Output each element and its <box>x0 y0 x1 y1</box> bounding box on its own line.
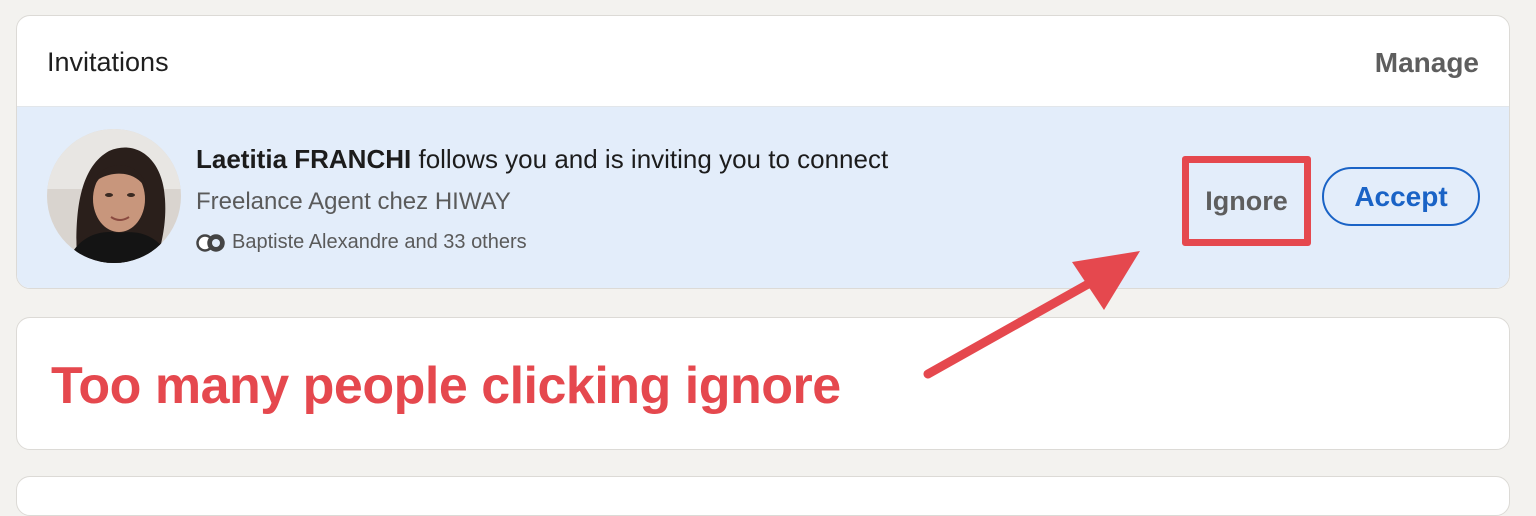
mutual-connections[interactable]: Baptiste Alexandre and 33 others <box>196 231 888 254</box>
invitation-headline: Laetitia FRANCHI follows you and is invi… <box>196 144 888 175</box>
annotation-card: Too many people clicking ignore <box>16 317 1510 450</box>
ignore-button[interactable]: Ignore <box>1182 156 1311 246</box>
mutual-connections-label: Baptiste Alexandre and 33 others <box>232 231 527 253</box>
next-card <box>16 476 1510 516</box>
avatar[interactable] <box>47 129 181 263</box>
manage-link[interactable]: Manage <box>1375 47 1479 79</box>
annotation-text: Too many people clicking ignore <box>51 357 841 415</box>
accept-button[interactable]: Accept <box>1322 167 1480 226</box>
invitations-card: Invitations Manage Laetitia FRANCHI foll… <box>16 15 1510 289</box>
avatar-photo <box>47 129 181 263</box>
mutual-connections-icon <box>196 233 225 252</box>
invitation-details: Laetitia FRANCHI follows you and is invi… <box>196 144 888 254</box>
invitations-title: Invitations <box>47 47 169 77</box>
invitation-row: Laetitia FRANCHI follows you and is invi… <box>17 107 1509 288</box>
invitation-message: follows you and is inviting you to conne… <box>411 144 889 174</box>
invitations-header: Invitations Manage <box>17 16 1509 107</box>
inviter-occupation: Freelance Agent chez HIWAY <box>196 188 511 215</box>
inviter-name[interactable]: Laetitia FRANCHI <box>196 144 411 174</box>
